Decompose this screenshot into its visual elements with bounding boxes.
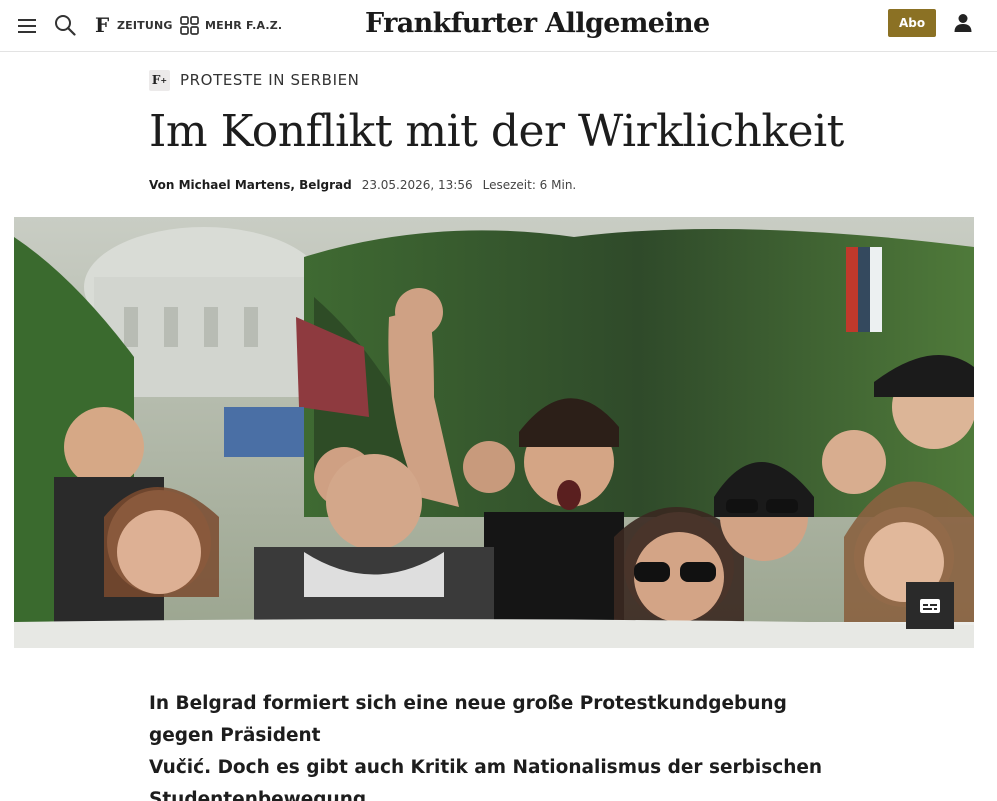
article-kicker: F + PROTESTE IN SERBIEN: [149, 69, 360, 91]
abo-button[interactable]: Abo: [888, 9, 936, 37]
grid-icon: [180, 15, 199, 35]
teaser-line-2: Vučić. Doch es gibt auch Kritik am Natio…: [149, 757, 823, 778]
nav-mehr-faz-label: MEHR F.A.Z.: [205, 18, 283, 32]
search-button[interactable]: [51, 11, 79, 39]
kicker-text: PROTESTE IN SERBIEN: [180, 71, 360, 89]
site-header: F ZEITUNG MEHR F.A.Z. Frankfurter Allgem…: [0, 0, 997, 52]
publish-date: 23.05.2026, 13:56: [361, 178, 473, 192]
faz-logo[interactable]: Frankfurter Allgemeine: [365, 4, 710, 44]
hero-photo: [14, 217, 974, 648]
nav-zeitung-link[interactable]: F ZEITUNG: [94, 12, 173, 38]
svg-text:F: F: [95, 14, 109, 36]
captions-icon: [920, 598, 940, 613]
teaser-line-1: In Belgrad formiert sich eine neue große…: [149, 693, 787, 746]
article-headline: Im Konflikt mit der Wirklichkeit: [149, 106, 844, 157]
f-plus-badge-letter: F: [151, 73, 161, 87]
reading-time: Lesezeit: 6 Min.: [482, 178, 577, 192]
teaser-line-3: Studentenbewegung.: [149, 789, 374, 801]
f-logo-icon: F: [95, 14, 109, 36]
nav-mehr-faz-link[interactable]: MEHR F.A.Z.: [180, 12, 282, 38]
f-plus-badge-plus: +: [160, 75, 168, 85]
menu-button[interactable]: [14, 13, 40, 39]
article-byline: Von Michael Martens, Belgrad 23.05.2026,…: [149, 178, 576, 192]
search-icon: [55, 15, 76, 36]
user-icon: [954, 14, 972, 32]
hero-image: [14, 217, 974, 648]
f-plus-badge-icon: F +: [149, 69, 170, 91]
nav-zeitung-label: ZEITUNG: [117, 18, 173, 32]
article-teaser: In Belgrad formiert sich eine neue große…: [149, 688, 849, 801]
author-name[interactable]: Von Michael Martens, Belgrad: [149, 178, 352, 192]
menu-icon: [18, 19, 36, 33]
user-account-button[interactable]: [949, 9, 977, 37]
caption-toggle-button[interactable]: [906, 582, 954, 629]
